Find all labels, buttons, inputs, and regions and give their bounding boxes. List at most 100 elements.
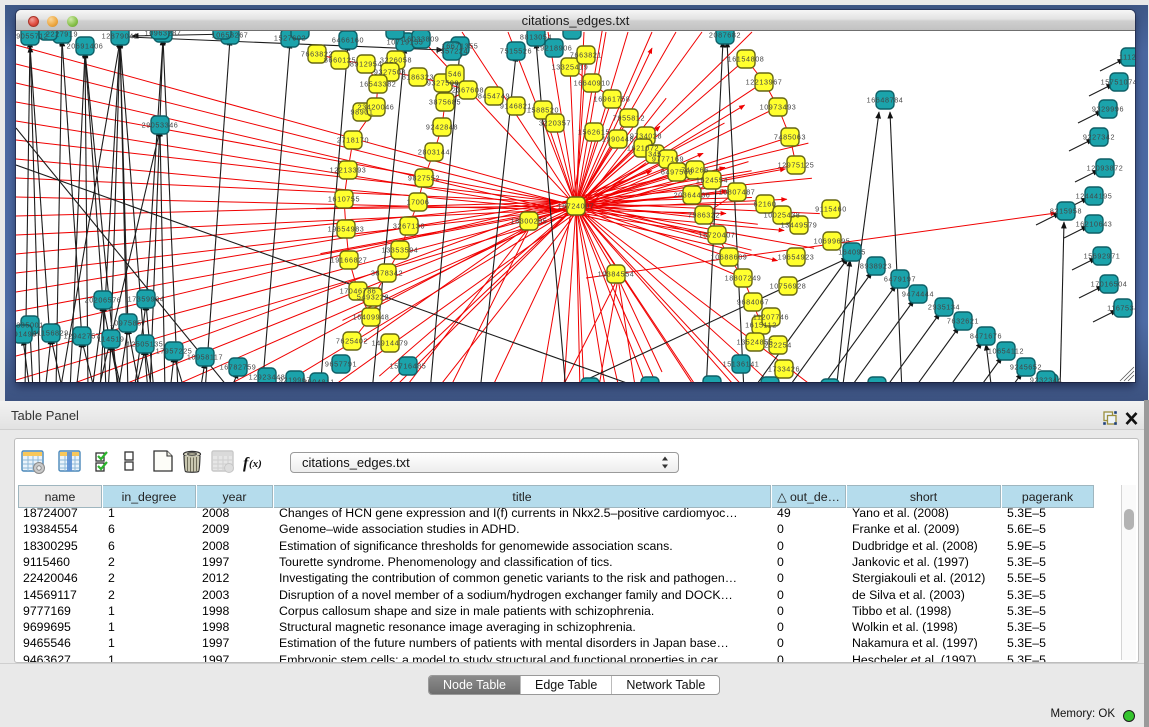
svg-text:15751074: 15751074 (1101, 78, 1135, 87)
svg-text:1615112: 1615112 (745, 321, 777, 330)
svg-text:8471676: 8471676 (970, 332, 1002, 341)
svg-text:2935134: 2935134 (928, 303, 960, 312)
svg-text:19654983: 19654983 (328, 225, 365, 234)
svg-text:12213967: 12213967 (746, 78, 783, 87)
svg-text:7357224: 7357224 (436, 47, 468, 56)
svg-text:3875685: 3875685 (429, 98, 461, 107)
svg-text:19654923: 19654923 (778, 253, 815, 262)
svg-text:10958117: 10958117 (187, 353, 223, 362)
svg-text:15136141: 15136141 (723, 360, 760, 369)
svg-text:2718170: 2718170 (337, 136, 369, 145)
svg-text:15716485: 15716485 (390, 362, 427, 371)
svg-text:20691406: 20691406 (67, 42, 104, 51)
svg-text:2803144: 2803144 (418, 148, 450, 157)
svg-text:19055712: 19055712 (16, 32, 48, 41)
svg-text:23420046: 23420046 (358, 103, 395, 112)
svg-text:(x): (x) (249, 458, 262, 470)
svg-text:7485063: 7485063 (774, 133, 806, 142)
svg-text:29053346: 29053346 (142, 121, 179, 130)
svg-text:6466160: 6466160 (332, 36, 364, 45)
svg-text:3878342: 3878342 (371, 269, 403, 278)
svg-text:11123: 11123 (1119, 53, 1135, 62)
svg-text:1624554: 1624554 (696, 176, 728, 185)
svg-text:8454749: 8454749 (478, 92, 510, 101)
svg-text:7986322: 7986322 (688, 211, 720, 220)
svg-text:114519: 114519 (97, 335, 124, 344)
svg-text:10654112: 10654112 (988, 347, 1024, 356)
svg-text:18300295: 18300295 (511, 217, 548, 226)
svg-text:10807487: 10807487 (719, 188, 756, 197)
svg-text:1167534: 1167534 (1107, 304, 1135, 313)
svg-text:9242848: 9242848 (426, 123, 458, 132)
svg-text:12942757: 12942757 (64, 332, 101, 341)
svg-text:15720407: 15720407 (699, 231, 736, 240)
svg-text:16154808: 16154808 (728, 55, 765, 64)
svg-text:8604811: 8604811 (303, 378, 335, 383)
svg-text:18807249: 18807249 (725, 274, 762, 283)
svg-text:2087682: 2087682 (709, 31, 741, 40)
svg-text:16648784: 16648784 (867, 96, 904, 105)
svg-text:16409948: 16409948 (353, 313, 390, 322)
svg-text:16033809: 16033809 (403, 35, 440, 44)
svg-text:18724007: 18724007 (558, 202, 595, 211)
svg-text:19166827: 19166827 (331, 256, 368, 265)
svg-text:3267130: 3267130 (393, 222, 425, 231)
svg-text:10975857: 10975857 (110, 319, 147, 328)
svg-text:13325419: 13325419 (552, 63, 589, 72)
svg-text:9115460: 9115460 (815, 205, 847, 214)
svg-text:3220357: 3220357 (539, 119, 571, 128)
svg-text:9777169: 9777169 (652, 155, 684, 164)
svg-text:12093872: 12093872 (1087, 164, 1124, 173)
svg-text:7515526: 7515526 (500, 47, 532, 56)
svg-text:19384554: 19384554 (598, 270, 635, 279)
svg-text:16210643: 16210643 (1076, 220, 1113, 229)
svg-text:12213393: 12213393 (330, 166, 367, 175)
svg-text:11207746: 11207746 (753, 313, 789, 322)
svg-text:62160: 62160 (754, 200, 777, 209)
svg-text:10688609: 10688609 (711, 253, 748, 262)
svg-text:8813054: 8813054 (520, 33, 552, 42)
svg-text:16961758: 16961758 (594, 95, 631, 104)
svg-text:10699695: 10699695 (814, 237, 851, 246)
svg-text:16543382: 16543382 (360, 80, 397, 89)
svg-text:17359934: 17359934 (128, 295, 165, 304)
svg-text:1610755: 1610755 (328, 195, 360, 204)
svg-text:2227919: 2227919 (46, 31, 78, 39)
svg-text:9474444: 9474444 (902, 290, 934, 299)
svg-text:8938923: 8938923 (860, 262, 892, 271)
svg-text:9232344: 9232344 (1030, 376, 1062, 383)
svg-text:17016504: 17016504 (1091, 280, 1128, 289)
svg-text:17006: 17006 (407, 198, 430, 207)
svg-text:12444195: 12444195 (1076, 192, 1113, 201)
svg-text:3226058: 3226058 (380, 56, 412, 65)
svg-text:9329996: 9329996 (1092, 105, 1124, 114)
svg-text:20364436: 20364436 (674, 191, 711, 200)
svg-text:12879041: 12879041 (102, 32, 139, 41)
svg-text:19218906: 19218906 (536, 44, 573, 53)
svg-text:8215958: 8215958 (1050, 207, 1082, 216)
svg-text:252254: 252254 (764, 341, 792, 350)
svg-text:16640910: 16640910 (574, 79, 611, 88)
svg-text:7625402: 7625402 (336, 337, 368, 346)
svg-text:9245652: 9245652 (1010, 363, 1042, 372)
svg-text:13353594: 13353594 (382, 246, 419, 255)
svg-text:7632621: 7632621 (947, 317, 979, 326)
svg-text:6479197: 6479197 (884, 275, 916, 284)
svg-text:9734028: 9734028 (630, 132, 662, 141)
svg-text:1527602: 1527602 (274, 34, 306, 43)
svg-text:164095: 164095 (838, 248, 866, 257)
svg-text:1733426: 1733426 (768, 365, 800, 374)
svg-text:20206576: 20206576 (85, 296, 122, 305)
svg-text:15692971: 15692971 (1084, 252, 1121, 261)
svg-text:7663821: 7663821 (570, 51, 602, 60)
svg-text:10973493: 10973493 (760, 103, 797, 112)
svg-text:746266: 746266 (681, 166, 709, 175)
svg-text:546: 546 (448, 70, 462, 79)
svg-text:10653267: 10653267 (212, 31, 249, 40)
svg-text:10756928: 10756928 (770, 282, 807, 291)
svg-text:16782759: 16782759 (220, 363, 257, 372)
svg-text:9657791: 9657791 (325, 360, 357, 369)
svg-text:12975125: 12975125 (778, 161, 815, 170)
svg-text:10963287: 10963287 (145, 31, 182, 38)
svg-text:7955812: 7955812 (613, 114, 645, 123)
